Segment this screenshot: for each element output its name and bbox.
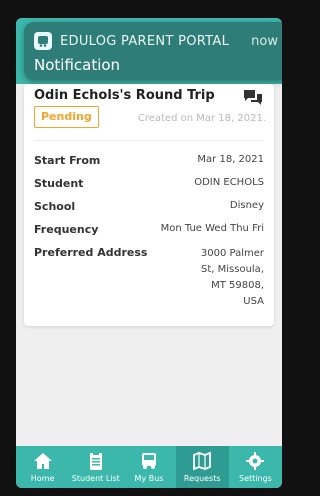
tab-settings[interactable]: Settings	[229, 446, 282, 488]
tab-label: Settings	[239, 474, 272, 483]
detail-label: Frequency	[34, 223, 99, 236]
address-value: 3000 Palmer St, Missoula, MT 59808, USA	[201, 246, 264, 310]
app-icon	[34, 32, 52, 50]
created-date: Created on Mar 18, 2021.	[137, 113, 266, 124]
tab-label: Student List	[71, 474, 120, 483]
bottom-tab-bar: Home Student List My Bus Requests Settin…	[16, 446, 282, 488]
detail-row-start-from: Start From Mar 18, 2021	[34, 154, 264, 167]
gear-icon	[246, 452, 265, 470]
detail-row-preferred-address: Preferred Address 3000 Palmer St, Missou…	[34, 246, 264, 310]
tab-label: Home	[30, 474, 55, 483]
detail-row-school: School Disney	[34, 200, 264, 213]
home-icon	[33, 453, 52, 469]
address-line: 3000 Palmer	[200, 248, 264, 259]
divider	[34, 140, 264, 141]
bus-icon	[142, 453, 156, 469]
address-line: USA	[243, 296, 264, 307]
address-line: St, Missoula,	[201, 264, 264, 275]
trip-title: Odin Echols's Round Trip	[34, 88, 215, 103]
status-badge: Pending	[34, 106, 99, 128]
detail-value: Mon Tue Wed Thu Fri	[160, 223, 264, 234]
detail-row-frequency: Frequency Mon Tue Wed Thu Fri	[34, 223, 264, 236]
tab-my-bus[interactable]: My Bus	[122, 446, 175, 488]
trip-card[interactable]: Odin Echols's Round Trip Pending Created…	[24, 84, 274, 326]
detail-value: Mar 18, 2021	[197, 154, 264, 165]
detail-row-student: Student ODIN ECHOLS	[34, 177, 264, 190]
notification-title: Notification	[34, 56, 121, 74]
notification-app-name: EDULOG PARENT PORTAL	[60, 33, 230, 49]
detail-label: Start From	[34, 154, 101, 167]
tab-home[interactable]: Home	[16, 446, 69, 488]
map-icon	[193, 451, 212, 471]
detail-label: School	[34, 200, 76, 213]
tab-student-list[interactable]: Student List	[69, 446, 122, 488]
push-notification[interactable]: EDULOG PARENT PORTAL now Notification	[24, 22, 282, 80]
tab-label: Requests	[183, 474, 221, 483]
tab-requests[interactable]: Requests	[175, 446, 229, 488]
notification-time: now	[251, 34, 278, 49]
detail-label: Student	[34, 177, 84, 190]
detail-value: Disney	[229, 200, 264, 211]
address-line: MT 59808,	[211, 280, 264, 291]
clipboard-icon	[89, 452, 102, 470]
phone-screen: EDULOG PARENT PORTAL now Notification Od…	[16, 18, 282, 488]
tab-label: My Bus	[134, 474, 164, 483]
detail-label: Preferred Address	[34, 246, 148, 259]
chat-icon[interactable]	[242, 88, 264, 108]
detail-value: ODIN ECHOLS	[194, 177, 264, 188]
